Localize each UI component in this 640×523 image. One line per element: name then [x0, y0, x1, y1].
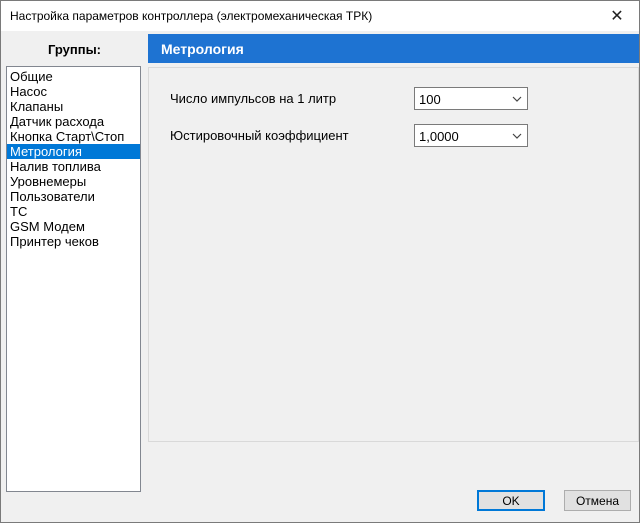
group-item-fuel-dispensing[interactable]: Налив топлива [7, 159, 140, 174]
panel-title: Метрология [161, 41, 244, 57]
groups-list[interactable]: Общие Насос Клапаны Датчик расхода Кнопк… [6, 66, 141, 492]
panel-header: Метрология [148, 34, 639, 63]
close-icon[interactable]: ✕ [595, 1, 639, 31]
cancel-button[interactable]: Отмена [564, 490, 631, 511]
group-item-metrology[interactable]: Метрология [7, 144, 140, 159]
calibration-coefficient-label: Юстировочный коэффициент [170, 128, 349, 143]
group-item-users[interactable]: Пользователи [7, 189, 140, 204]
pulses-per-liter-value: 100 [419, 92, 441, 107]
groups-header: Группы: [47, 42, 101, 57]
pulses-per-liter-select[interactable]: 100 [414, 87, 528, 110]
group-item-ts[interactable]: ТС [7, 204, 140, 219]
group-item-pump[interactable]: Насос [7, 84, 140, 99]
group-item-gsm-modem[interactable]: GSM Модем [7, 219, 140, 234]
group-item-level-gauges[interactable]: Уровнемеры [7, 174, 140, 189]
calibration-coefficient-value: 1,0000 [419, 129, 459, 144]
chevron-down-icon [512, 133, 522, 139]
group-item-start-stop-button[interactable]: Кнопка Старт\Стоп [7, 129, 140, 144]
chevron-down-icon [512, 96, 522, 102]
group-item-general[interactable]: Общие [7, 69, 140, 84]
pulses-per-liter-label: Число импульсов на 1 литр [170, 91, 337, 106]
window-title: Настройка параметров контроллера (электр… [10, 9, 373, 23]
title-bar: Настройка параметров контроллера (электр… [1, 1, 639, 31]
group-item-valves[interactable]: Клапаны [7, 99, 140, 114]
calibration-coefficient-select[interactable]: 1,0000 [414, 124, 528, 147]
group-item-flow-sensor[interactable]: Датчик расхода [7, 114, 140, 129]
ok-button[interactable]: OK [477, 490, 545, 511]
settings-panel: Число импульсов на 1 литр 100 Юстировочн… [148, 67, 639, 442]
dialog-window: Настройка параметров контроллера (электр… [0, 0, 640, 523]
group-item-receipt-printer[interactable]: Принтер чеков [7, 234, 140, 249]
